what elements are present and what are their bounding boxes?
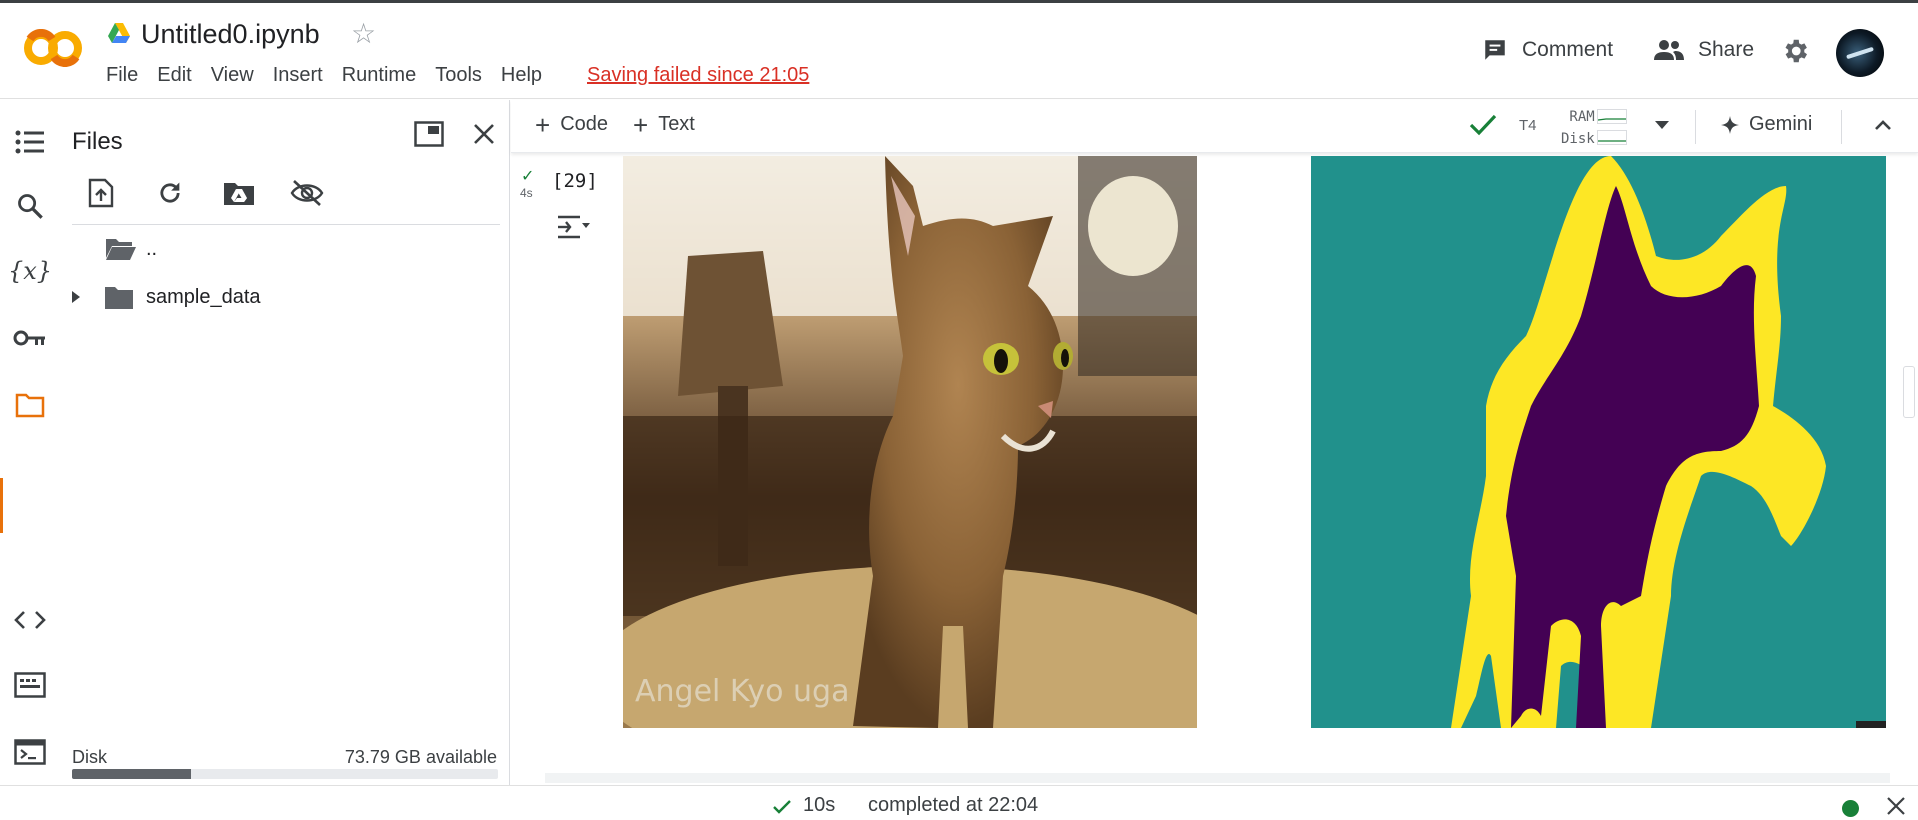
toolbar-divider — [1841, 110, 1842, 144]
collapse-header-icon[interactable] — [1874, 119, 1892, 131]
top-header: Untitled0.ipynb ☆ File Edit View Insert … — [0, 0, 1918, 99]
left-rail: {x} — [0, 100, 58, 790]
status-duration: 10s — [803, 794, 836, 816]
close-icon[interactable] — [468, 118, 500, 150]
cell-footer — [545, 773, 1890, 783]
output-actions-icon[interactable] — [556, 213, 592, 246]
status-completed: completed at 22:04 — [868, 794, 1039, 816]
runtime-type[interactable]: T4 — [1519, 117, 1537, 134]
menu-edit[interactable]: Edit — [157, 64, 191, 87]
status-bar: 10s completed at 22:04 — [0, 785, 1918, 820]
variables-icon[interactable]: {x} — [8, 251, 52, 291]
menu-runtime[interactable]: Runtime — [342, 64, 416, 87]
kernel-status-dot[interactable] — [1842, 800, 1859, 817]
menu-tools[interactable]: Tools — [435, 64, 482, 87]
code-snippets-icon[interactable] — [10, 600, 50, 640]
comment-button[interactable]: Comment — [1482, 37, 1613, 63]
comment-label: Comment — [1522, 38, 1614, 61]
colab-logo[interactable] — [22, 29, 84, 67]
share-label: Share — [1698, 38, 1755, 61]
cell-exec-time: 4s — [520, 186, 533, 200]
refresh-icon[interactable] — [153, 176, 187, 210]
menu-help[interactable]: Help — [501, 64, 542, 87]
folder-icon — [105, 287, 133, 309]
files-panel-title: Files — [72, 128, 123, 155]
toolbar-divider — [72, 224, 500, 225]
table-of-contents-icon[interactable] — [10, 122, 50, 162]
gemini-label: Gemini — [1749, 113, 1813, 135]
cell-success-icon: ✓ — [521, 168, 535, 185]
terminal-icon[interactable] — [10, 732, 50, 772]
files-panel: Files .. sample_data Disk 73.79 GB avail… — [58, 100, 510, 790]
disk-usage-bar — [72, 769, 498, 779]
add-text-label: Text — [658, 113, 695, 135]
gemini-button[interactable]: Gemini — [1721, 113, 1812, 136]
open-folder-icon — [106, 239, 136, 260]
add-code-button[interactable]: + Code — [535, 109, 608, 140]
plus-icon: + — [535, 109, 551, 140]
comment-icon — [1485, 40, 1505, 60]
active-indicator — [0, 478, 3, 533]
disk-usage-graph — [1597, 130, 1627, 145]
folder-icon[interactable] — [10, 385, 50, 425]
disk-label: Disk — [72, 747, 107, 767]
segmentation-mask-output — [1311, 156, 1886, 728]
menu-insert[interactable]: Insert — [273, 64, 323, 87]
scrollbar-thumb[interactable] — [1903, 366, 1915, 418]
mount-drive-icon[interactable] — [222, 176, 256, 210]
add-text-button[interactable]: + Text — [633, 109, 695, 140]
disk-usage-fill — [72, 769, 192, 779]
menu-bar: File Edit View Insert Runtime Tools Help — [106, 64, 561, 87]
close-status-icon[interactable] — [1886, 796, 1906, 816]
tree-item-label: .. — [146, 237, 158, 260]
status-check-icon — [773, 800, 791, 814]
cat-image-output: Angel Kyo uga — [623, 156, 1197, 728]
disk-available: 73.79 GB available — [344, 747, 497, 767]
ram-usage-graph — [1597, 109, 1627, 124]
plus-icon: + — [633, 109, 649, 140]
menu-file[interactable]: File — [106, 64, 138, 87]
open-in-tab-icon[interactable] — [413, 118, 445, 150]
share-button[interactable]: Share — [1654, 37, 1754, 63]
people-icon — [1654, 40, 1684, 60]
resource-labels[interactable]: RAM Disk — [1561, 106, 1595, 150]
sparkle-icon — [1721, 115, 1739, 134]
connected-check-icon[interactable] — [1469, 113, 1497, 137]
notebook-toolbar: + Code + Text T4 RAM Disk Gemini — [511, 100, 1918, 153]
google-drive-icon — [108, 23, 130, 43]
key-icon[interactable] — [10, 318, 50, 358]
ram-label: RAM — [1569, 109, 1595, 125]
runtime-dropdown-icon[interactable] — [1654, 120, 1670, 130]
command-palette-icon[interactable] — [10, 665, 50, 705]
menu-view[interactable]: View — [211, 64, 254, 87]
search-icon[interactable] — [10, 186, 50, 226]
toolbar-divider — [1695, 110, 1696, 144]
gear-icon[interactable] — [1780, 36, 1810, 66]
cell-execution-count[interactable]: [29] — [552, 170, 598, 192]
tree-item-sample-data[interactable]: sample_data — [70, 284, 261, 310]
tree-item-parent[interactable]: .. — [104, 236, 157, 262]
disk-resource-label: Disk — [1561, 131, 1595, 147]
saving-status-link[interactable]: Saving failed since 21:05 — [587, 64, 809, 87]
upload-file-icon[interactable] — [84, 176, 118, 210]
svg-text:Angel Kyo uga: Angel Kyo uga — [635, 674, 849, 709]
notebook-title[interactable]: Untitled0.ipynb — [141, 19, 320, 50]
expand-arrow-icon[interactable] — [70, 290, 82, 304]
hide-files-icon[interactable] — [287, 176, 327, 210]
star-icon[interactable]: ☆ — [351, 17, 376, 50]
tree-item-label: sample_data — [146, 285, 261, 308]
user-avatar[interactable] — [1836, 29, 1884, 77]
add-code-label: Code — [560, 113, 608, 135]
